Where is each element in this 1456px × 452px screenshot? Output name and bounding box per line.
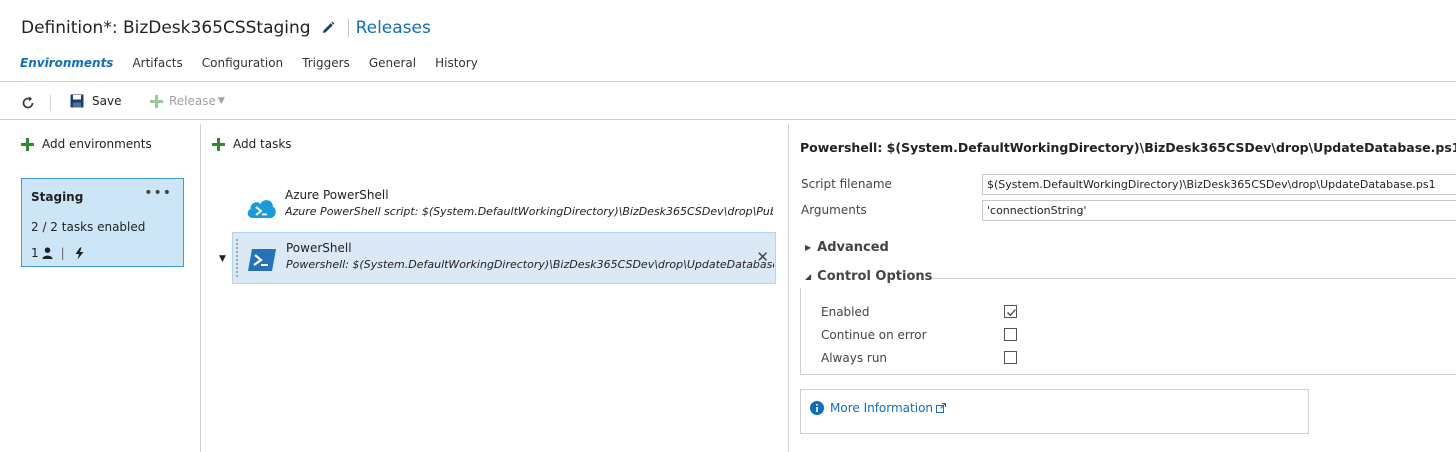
page-title: Definition*: BizDesk365CSStaging bbox=[21, 18, 311, 38]
task-azure-powershell[interactable]: Azure PowerShell Azure PowerShell script… bbox=[232, 180, 776, 232]
pencil-icon[interactable] bbox=[320, 20, 336, 36]
close-icon[interactable]: ✕ bbox=[756, 248, 769, 266]
plus-icon bbox=[212, 137, 225, 151]
add-tasks-button[interactable]: Add tasks bbox=[212, 137, 292, 151]
approvers-count: 1 bbox=[31, 246, 39, 260]
plus-icon bbox=[21, 137, 34, 151]
toolbar: Save Release ▼ bbox=[0, 90, 1456, 114]
tab-general[interactable]: General bbox=[369, 56, 416, 74]
footer-divider: | bbox=[60, 246, 65, 260]
chevron-right-icon: ▶ bbox=[805, 243, 812, 252]
script-filename-label: Script filename bbox=[801, 177, 892, 191]
task-powershell[interactable]: PowerShell Powershell: $(System.DefaultW… bbox=[232, 232, 776, 284]
script-filename-input[interactable]: $(System.DefaultWorkingDirectory)\BizDes… bbox=[982, 174, 1456, 195]
title-divider bbox=[347, 19, 349, 37]
release-label: Release bbox=[169, 94, 216, 108]
external-link-icon bbox=[936, 403, 947, 413]
task-description: Powershell: $(System.DefaultWorkingDirec… bbox=[286, 258, 774, 271]
task-name: Azure PowerShell bbox=[285, 188, 389, 202]
advanced-label: Advanced bbox=[817, 240, 889, 255]
add-tasks-label: Add tasks bbox=[233, 137, 292, 151]
chevron-down-icon: ▼ bbox=[217, 96, 225, 106]
environments-panel-divider bbox=[200, 124, 201, 452]
tasks-enabled-text: 2 / 2 tasks enabled bbox=[31, 220, 146, 234]
releases-link[interactable]: Releases bbox=[356, 18, 431, 38]
tabs-divider bbox=[0, 81, 1456, 82]
enabled-label: Enabled bbox=[821, 305, 870, 319]
toolbar-divider bbox=[50, 95, 51, 111]
continue-on-error-label: Continue on error bbox=[821, 328, 927, 342]
environment-name: Staging bbox=[31, 190, 84, 204]
tab-environments[interactable]: Environments bbox=[20, 56, 113, 74]
tab-configuration[interactable]: Configuration bbox=[202, 56, 283, 74]
task-name: PowerShell bbox=[286, 241, 352, 255]
always-run-label: Always run bbox=[821, 351, 888, 365]
release-button[interactable]: Release ▼ bbox=[150, 94, 225, 108]
add-environments-button[interactable]: Add environments bbox=[21, 137, 152, 151]
arguments-label: Arguments bbox=[801, 203, 867, 217]
refresh-icon[interactable] bbox=[20, 95, 36, 111]
trigger-icon[interactable] bbox=[73, 247, 86, 260]
enabled-checkbox[interactable] bbox=[1004, 305, 1017, 318]
control-options-divider bbox=[932, 278, 1456, 279]
tasks-panel-divider bbox=[788, 124, 789, 452]
add-environments-label: Add environments bbox=[42, 137, 152, 151]
chevron-down-icon: ◢ bbox=[805, 272, 812, 281]
tab-artifacts[interactable]: Artifacts bbox=[132, 56, 182, 74]
caret-down-icon[interactable]: ▼ bbox=[219, 254, 226, 264]
title-bar: Definition*: BizDesk365CSStaging Release… bbox=[21, 16, 431, 40]
tab-triggers[interactable]: Triggers bbox=[302, 56, 350, 74]
environment-footer: 1 | bbox=[31, 246, 86, 260]
powershell-icon bbox=[246, 247, 278, 273]
tab-history[interactable]: History bbox=[435, 56, 478, 74]
environment-card-staging[interactable]: Staging ••• 2 / 2 tasks enabled 1 | bbox=[21, 178, 184, 267]
always-run-checkbox[interactable] bbox=[1004, 351, 1017, 364]
control-options-label: Control Options bbox=[817, 269, 933, 284]
continue-on-error-checkbox[interactable] bbox=[1004, 328, 1017, 341]
save-label: Save bbox=[92, 94, 122, 108]
control-options-section-toggle[interactable]: ◢ Control Options bbox=[805, 269, 932, 284]
drag-handle[interactable] bbox=[236, 239, 240, 277]
toolbar-divider-line bbox=[0, 119, 1456, 120]
more-information-label: More Information bbox=[830, 401, 934, 415]
user-icon[interactable] bbox=[42, 247, 53, 259]
details-title-text: Powershell: $(System.DefaultWorkingDirec… bbox=[800, 140, 1456, 155]
tab-bar: Environments Artifacts Configuration Tri… bbox=[20, 56, 497, 74]
save-icon bbox=[70, 94, 84, 108]
more-information-link[interactable]: More Information bbox=[810, 401, 947, 415]
task-description: Azure PowerShell script: $(System.Defaul… bbox=[285, 205, 773, 218]
task-details-title: Powershell: $(System.DefaultWorkingDirec… bbox=[800, 140, 1456, 155]
save-button[interactable]: Save bbox=[70, 94, 121, 108]
azure-powershell-icon bbox=[245, 194, 277, 220]
more-options-icon[interactable]: ••• bbox=[144, 185, 172, 201]
advanced-section-toggle[interactable]: ▶ Advanced bbox=[805, 240, 889, 255]
arguments-input[interactable]: 'connectionString' bbox=[982, 200, 1456, 221]
plus-icon bbox=[150, 94, 163, 108]
info-icon bbox=[810, 401, 824, 415]
